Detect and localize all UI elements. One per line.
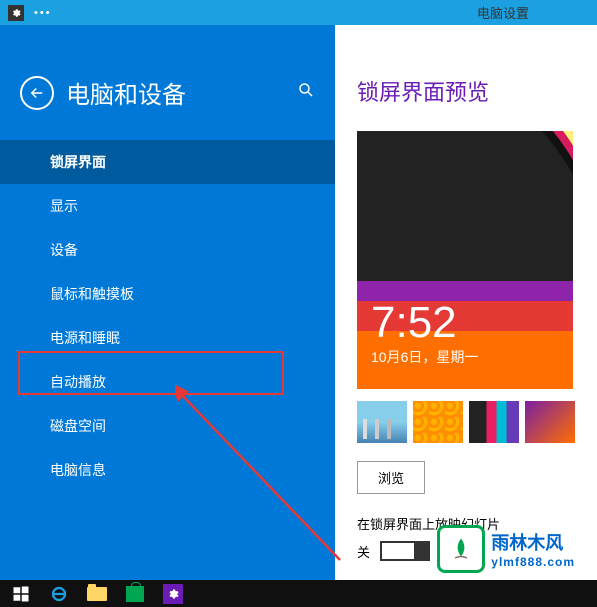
preview-date: 10月6日，星期一 — [371, 347, 478, 367]
preview-clock: 7:52 10月6日，星期一 — [371, 301, 478, 367]
sidebar-title: 电脑和设备 — [66, 75, 297, 110]
taskbar — [0, 580, 597, 607]
content-title: 锁屏界面预览 — [357, 75, 579, 107]
sidebar-item-label: 锁屏界面 — [50, 154, 106, 170]
taskbar-ie-icon[interactable] — [40, 580, 78, 607]
wallpaper-thumbnail[interactable] — [525, 401, 575, 443]
browse-button[interactable]: 浏览 — [357, 461, 425, 494]
sidebar-item-pcinfo[interactable]: 电脑信息 — [0, 448, 335, 492]
content-pane: 锁屏界面预览 7:52 10月6日，星期一 — [335, 25, 597, 580]
sidebar: 电脑和设备 锁屏界面 显示 设备 鼠标和触摸板 电源和睡眠 自动播放 磁盘空间 … — [0, 25, 335, 580]
back-button[interactable] — [20, 76, 54, 110]
lockscreen-preview: 7:52 10月6日，星期一 — [357, 131, 573, 389]
toggle-state-label: 关 — [357, 542, 370, 561]
watermark-url: ylmf888.com — [491, 555, 575, 569]
sidebar-item-mouse[interactable]: 鼠标和触摸板 — [0, 272, 335, 316]
sidebar-header: 电脑和设备 — [0, 75, 335, 140]
watermark: 雨林木风 ylmf888.com — [437, 525, 575, 573]
watermark-logo-icon — [437, 525, 485, 573]
wallpaper-thumbnail[interactable] — [469, 401, 519, 443]
taskbar-settings-icon[interactable] — [154, 580, 192, 607]
sidebar-item-label: 设备 — [50, 242, 78, 258]
thumbnail-row — [357, 401, 579, 443]
start-button[interactable] — [2, 580, 40, 607]
sidebar-item-label: 电源和睡眠 — [50, 330, 120, 346]
nav-list: 锁屏界面 显示 设备 鼠标和触摸板 电源和睡眠 自动播放 磁盘空间 电脑信息 — [0, 140, 335, 492]
slideshow-toggle[interactable] — [380, 541, 430, 561]
window-title: 电脑设置 — [477, 3, 529, 22]
watermark-name: 雨林木风 — [491, 529, 575, 555]
sidebar-item-label: 显示 — [50, 198, 78, 214]
title-bar-menu-icon[interactable]: ••• — [34, 7, 52, 19]
sidebar-item-label: 自动播放 — [50, 374, 106, 390]
sidebar-item-display[interactable]: 显示 — [0, 184, 335, 228]
wallpaper-thumbnail[interactable] — [357, 401, 407, 443]
sidebar-item-label: 电脑信息 — [50, 462, 106, 478]
sidebar-item-label: 鼠标和触摸板 — [50, 286, 134, 302]
main-container: 电脑和设备 锁屏界面 显示 设备 鼠标和触摸板 电源和睡眠 自动播放 磁盘空间 … — [0, 25, 597, 580]
wallpaper-thumbnail[interactable] — [413, 401, 463, 443]
sidebar-item-label: 磁盘空间 — [50, 418, 106, 434]
sidebar-item-lockscreen[interactable]: 锁屏界面 — [0, 140, 335, 184]
browse-section: 浏览 — [357, 461, 579, 494]
preview-time: 7:52 — [371, 301, 478, 345]
sidebar-item-autoplay[interactable]: 自动播放 — [0, 360, 335, 404]
search-icon[interactable] — [297, 81, 315, 104]
sidebar-item-power[interactable]: 电源和睡眠 — [0, 316, 335, 360]
gear-icon[interactable] — [8, 5, 24, 21]
sidebar-item-devices[interactable]: 设备 — [0, 228, 335, 272]
taskbar-explorer-icon[interactable] — [78, 580, 116, 607]
taskbar-store-icon[interactable] — [116, 580, 154, 607]
title-bar: ••• 电脑设置 — [0, 0, 597, 25]
sidebar-item-disk[interactable]: 磁盘空间 — [0, 404, 335, 448]
